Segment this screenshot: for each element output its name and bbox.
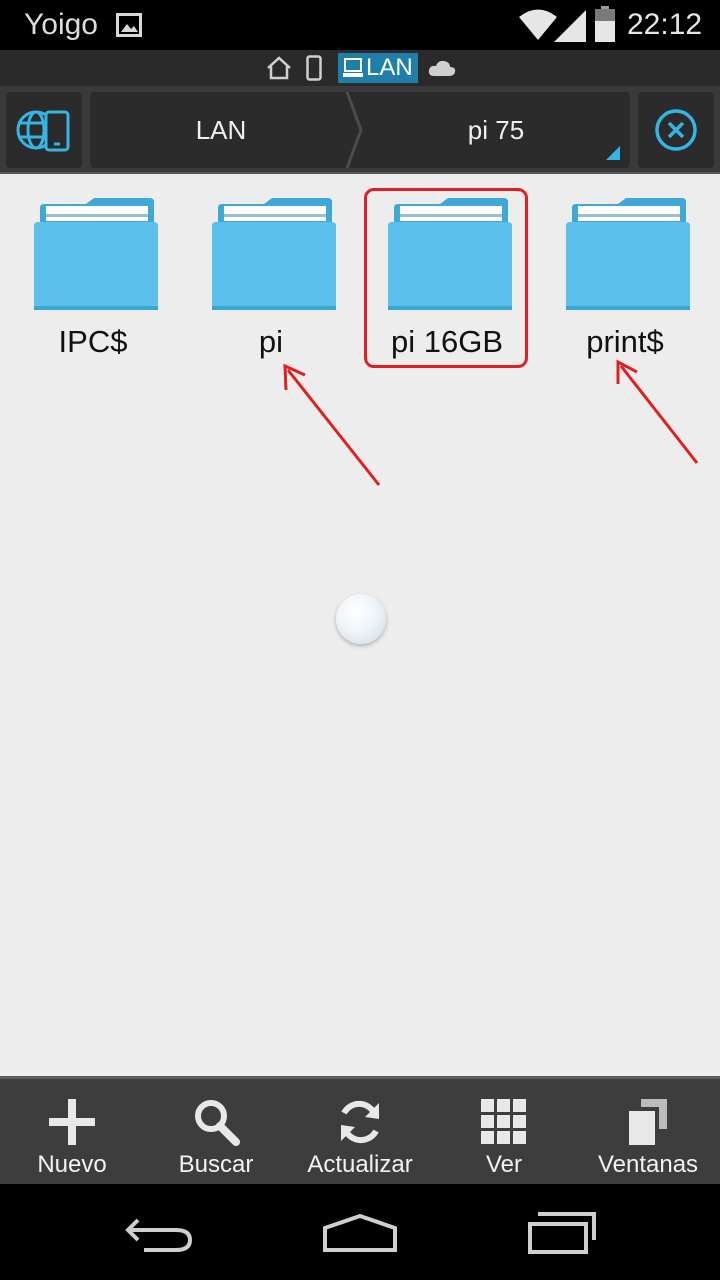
carrier-name: Yoigo <box>24 8 98 41</box>
lan-location-tab[interactable]: LAN <box>338 53 418 83</box>
dropdown-corner-icon[interactable] <box>606 146 620 160</box>
windows-button[interactable]: Ventanas <box>576 1079 720 1184</box>
bottom-action-bar: Nuevo Buscar Actualizar Ver Ventanas <box>0 1076 720 1184</box>
annotation-arrow-pi <box>283 363 381 486</box>
lan-location-label: LAN <box>366 54 413 81</box>
home-nav-icon[interactable] <box>322 1214 398 1254</box>
path-toolbar: LAN pi 75 <box>0 86 720 174</box>
search-button-label: Buscar <box>178 1151 254 1178</box>
search-button[interactable]: Buscar <box>144 1079 288 1184</box>
view-button-label: Ver <box>485 1151 523 1178</box>
new-button-label: Nuevo <box>37 1151 107 1178</box>
plus-icon <box>49 1099 95 1145</box>
clock: 22:12 <box>627 8 703 41</box>
signal-icon <box>554 10 586 42</box>
status-bar: Yoigo 22:12 <box>0 0 720 50</box>
close-tab-button[interactable] <box>638 92 714 168</box>
refresh-button-label: Actualizar <box>307 1151 413 1178</box>
windows-button-label: Ventanas <box>597 1151 699 1178</box>
refresh-button[interactable]: Actualizar <box>288 1079 432 1184</box>
image-notification-icon <box>116 13 142 37</box>
breadcrumb-item-lan[interactable]: LAN <box>90 92 352 168</box>
battery-icon <box>595 6 615 42</box>
breadcrumb-item-pi75[interactable]: pi 75 <box>362 92 630 168</box>
breadcrumb: LAN pi 75 <box>90 92 630 168</box>
device-icon[interactable] <box>306 55 322 81</box>
view-button[interactable]: Ver <box>432 1079 576 1184</box>
new-button[interactable]: Nuevo <box>0 1079 144 1184</box>
file-grid: IPC$ pi pi 16GB print$ <box>0 174 720 1076</box>
cloud-icon[interactable] <box>428 58 456 78</box>
location-strip: LAN <box>0 50 720 86</box>
refresh-icon <box>341 1100 379 1144</box>
search-icon <box>195 1100 240 1146</box>
system-navigation-bar <box>0 1184 720 1280</box>
windows-icon <box>629 1099 667 1145</box>
recent-apps-icon[interactable] <box>526 1212 598 1254</box>
annotation-arrow-print <box>616 359 699 464</box>
computer-icon <box>343 58 363 77</box>
loading-spinner <box>336 594 386 644</box>
grid-icon <box>481 1099 526 1144</box>
back-icon[interactable] <box>124 1214 194 1254</box>
network-button[interactable] <box>6 92 82 168</box>
home-icon[interactable] <box>266 56 292 80</box>
close-circle-icon <box>655 109 697 151</box>
network-globe-icon <box>16 110 70 152</box>
